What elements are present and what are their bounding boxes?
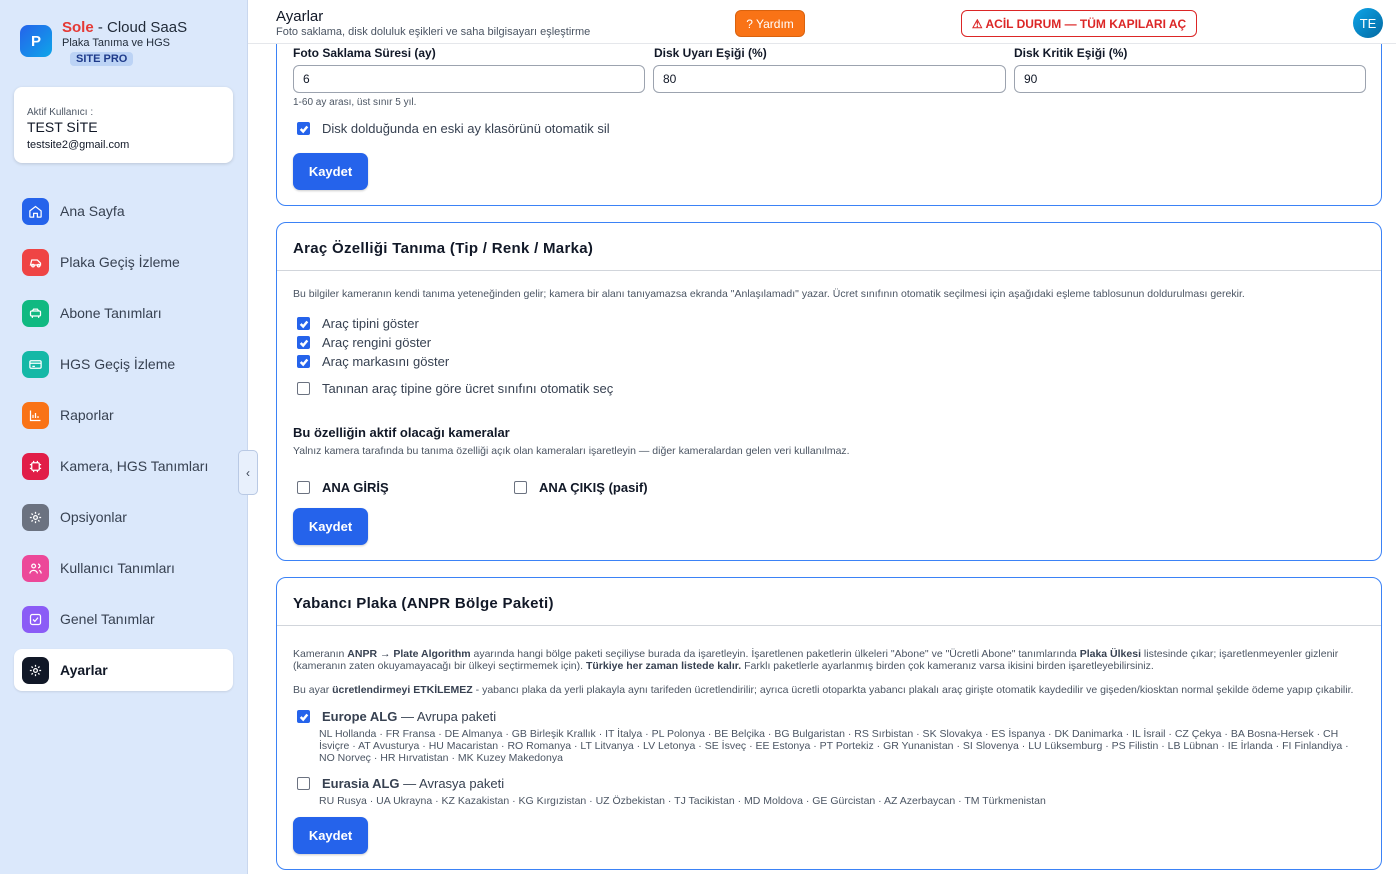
disk-warning-input[interactable]: 80: [653, 65, 1006, 93]
sidebar-nav: Ana Sayfa Plaka Geçiş İzleme Abone Tanım…: [14, 190, 233, 700]
sidebar-item-general[interactable]: Genel Tanımlar: [14, 598, 233, 640]
save-storage-button[interactable]: Kaydet: [293, 153, 368, 190]
photo-retention-label: Foto Saklama Süresi (ay): [293, 46, 436, 60]
user-card: Aktif Kullanıcı : TEST SİTE testsite2@gm…: [14, 87, 233, 163]
auto-fee-class-row[interactable]: Tanınan araç tipine göre ücret sınıfını …: [293, 379, 1365, 398]
camera-main-exit-label: ANA ÇIKIŞ (pasif): [539, 480, 648, 495]
home-icon: [22, 197, 49, 225]
emergency-open-all-button[interactable]: ⚠ ACİL DURUM — TÜM KAPILARI AÇ: [961, 10, 1197, 37]
camera-main-exit-row[interactable]: ANA ÇIKIŞ (pasif): [510, 478, 648, 497]
sidebar-item-home[interactable]: Ana Sayfa: [14, 190, 233, 232]
sidebar-item-label: Abone Tanımları: [60, 305, 162, 321]
page-title: Ayarlar: [276, 8, 324, 25]
sidebar-item-label: Kullanıcı Tanımları: [60, 560, 175, 576]
foreign-plate-card: Yabancı Plaka (ANPR Bölge Paketi) Kamera…: [276, 577, 1382, 870]
help-button[interactable]: ? Yardım: [735, 10, 805, 37]
sidebar-item-label: Plaka Geçiş İzleme: [60, 254, 180, 270]
car-icon: [22, 248, 49, 276]
user-email: testsite2@gmail.com: [27, 139, 130, 151]
sidebar-item-users[interactable]: Kullanıcı Tanımları: [14, 547, 233, 589]
save-foreign-button[interactable]: Kaydet: [293, 817, 368, 854]
card-icon: [22, 350, 49, 378]
storage-settings-card: Foto Saklama Süresi (ay) 6 Disk Uyarı Eş…: [276, 44, 1382, 206]
foreign-plate-title: Yabancı Plaka (ANPR Bölge Paketi): [277, 578, 1381, 626]
settings-icon: [22, 656, 49, 684]
users-icon: [22, 554, 49, 582]
avatar[interactable]: TE: [1353, 8, 1383, 38]
disk-warning-label: Disk Uyarı Eşiği (%): [654, 46, 767, 60]
sidebar-item-label: Ayarlar: [60, 662, 108, 678]
show-brand-row[interactable]: Araç markasını göster: [293, 352, 1365, 371]
europe-package-row[interactable]: Europe ALG — Avrupa paketi: [293, 707, 1365, 726]
photo-retention-input[interactable]: 6: [293, 65, 645, 93]
sidebar-item-hgs-tracking[interactable]: HGS Geçiş İzleme: [14, 343, 233, 385]
top-header: Ayarlar Foto saklama, disk doluluk eşikl…: [248, 0, 1396, 44]
sidebar-item-label: Opsiyonlar: [60, 509, 127, 525]
show-brand-checkbox[interactable]: [297, 355, 310, 368]
cameras-title: Bu özelliğin aktif olacağı kameralar: [293, 425, 510, 440]
sidebar-item-label: HGS Geçiş İzleme: [60, 356, 176, 372]
show-type-row[interactable]: Araç tipini göster: [293, 314, 1365, 333]
europe-package-countries: NL Hollanda · FR Fransa · DE Almanya · G…: [319, 728, 1349, 764]
camera-main-entry-row[interactable]: ANA GİRİŞ: [293, 478, 510, 497]
main-content: Foto Saklama Süresi (ay) 6 Disk Uyarı Eş…: [248, 44, 1396, 874]
user-label: Aktif Kullanıcı :: [27, 107, 94, 118]
sidebar-item-cameras[interactable]: Kamera, HGS Tanımları: [14, 445, 233, 487]
auto-fee-class-label: Tanınan araç tipine göre ücret sınıfını …: [322, 381, 614, 396]
sidebar-item-options[interactable]: Opsiyonlar: [14, 496, 233, 538]
auto-delete-checkbox-row[interactable]: Disk dolduğunda en eski ay klasörünü oto…: [293, 119, 610, 138]
chip-icon: [22, 452, 49, 480]
camera-main-exit-checkbox[interactable]: [514, 481, 527, 494]
sidebar-item-label: Raporlar: [60, 407, 114, 423]
plan-badge: SITE PRO: [70, 51, 134, 66]
retention-hint: 1-60 ay arası, üst sınır 5 yıl.: [293, 97, 417, 108]
eurasia-package-row[interactable]: Eurasia ALG — Avrasya paketi: [293, 774, 1365, 793]
eurasia-package-countries: RU Rusya · UA Ukrayna · KZ Kazakistan · …: [319, 795, 1046, 807]
sidebar-item-label: Genel Tanımlar: [60, 611, 155, 627]
gear-icon: [22, 503, 49, 531]
camera-main-entry-label: ANA GİRİŞ: [322, 480, 389, 495]
vehicle-recognition-description: Bu bilgiler kameranın kendi tanıma yeten…: [293, 288, 1245, 300]
brand[interactable]: P Sole - Cloud SaaS Plaka Tanıma ve HGS …: [20, 19, 188, 66]
show-color-label: Araç rengini göster: [322, 335, 432, 350]
cameras-description: Yalnız kamera tarafında bu tanıma özelli…: [293, 445, 850, 457]
brand-title: Sole - Cloud SaaS: [62, 19, 188, 36]
camera-main-entry-checkbox[interactable]: [297, 481, 310, 494]
europe-package-label: Europe ALG — Avrupa paketi: [322, 709, 497, 724]
sidebar-item-plate-tracking[interactable]: Plaka Geçiş İzleme: [14, 241, 233, 283]
vehicle-recognition-card: Araç Özelliği Tanıma (Tip / Renk / Marka…: [276, 222, 1382, 561]
sidebar-item-settings[interactable]: Ayarlar: [14, 649, 233, 691]
sidebar: P Sole - Cloud SaaS Plaka Tanıma ve HGS …: [0, 0, 248, 874]
show-color-checkbox[interactable]: [297, 336, 310, 349]
foreign-plate-description: Kameranın ANPR → Plate Algorithm ayarınd…: [293, 648, 1339, 672]
auto-delete-label: Disk dolduğunda en eski ay klasörünü oto…: [322, 121, 610, 136]
eurasia-package-checkbox[interactable]: [297, 777, 310, 790]
show-brand-label: Araç markasını göster: [322, 354, 450, 369]
auto-delete-checkbox[interactable]: [297, 122, 310, 135]
user-name: TEST SİTE: [27, 119, 98, 135]
foreign-plate-billing-note: Bu ayar ücretlendirmeyi ETKİLEMEZ - yaba…: [293, 684, 1354, 696]
auto-fee-class-checkbox[interactable]: [297, 382, 310, 395]
brand-subtitle: Plaka Tanıma ve HGS: [62, 36, 171, 49]
page-subtitle: Foto saklama, disk doluluk eşikleri ve s…: [276, 26, 591, 38]
sidebar-collapse-button[interactable]: ‹: [238, 450, 258, 495]
brand-logo: P: [20, 25, 52, 57]
europe-package-checkbox[interactable]: [297, 710, 310, 723]
checklist-icon: [22, 605, 49, 633]
sidebar-item-reports[interactable]: Raporlar: [14, 394, 233, 436]
sidebar-item-subscribers[interactable]: Abone Tanımları: [14, 292, 233, 334]
disk-critical-label: Disk Kritik Eşiği (%): [1014, 46, 1128, 60]
sidebar-item-label: Kamera, HGS Tanımları: [60, 458, 209, 474]
chart-icon: [22, 401, 49, 429]
save-vehicle-button[interactable]: Kaydet: [293, 508, 368, 545]
sidebar-item-label: Ana Sayfa: [60, 203, 125, 219]
show-color-row[interactable]: Araç rengini göster: [293, 333, 1365, 352]
eurasia-package-label: Eurasia ALG — Avrasya paketi: [322, 776, 505, 791]
show-type-label: Araç tipini göster: [322, 316, 419, 331]
disk-critical-input[interactable]: 90: [1014, 65, 1366, 93]
vehicle-icon: [22, 299, 49, 327]
vehicle-recognition-title: Araç Özelliği Tanıma (Tip / Renk / Marka…: [277, 223, 1381, 271]
show-type-checkbox[interactable]: [297, 317, 310, 330]
